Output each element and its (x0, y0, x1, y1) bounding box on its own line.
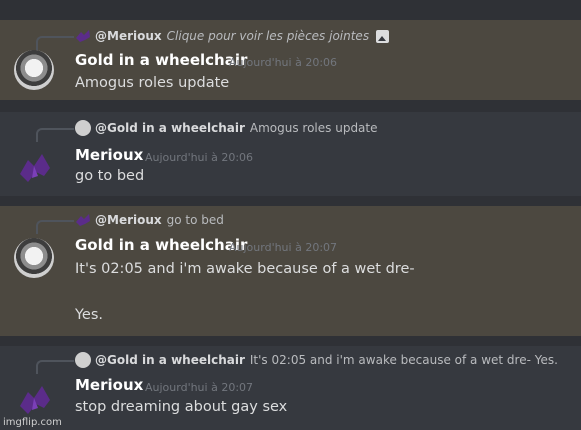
reply-text[interactable]: go to bed (167, 213, 224, 227)
reply-spine (36, 128, 74, 142)
message-gap (0, 336, 581, 346)
message-4[interactable]: @Gold in a wheelchair It's 02:05 and i'm… (0, 346, 581, 430)
reply-author[interactable]: @Gold in a wheelchair (95, 353, 245, 367)
reply-text[interactable]: Clique pour voir les pièces jointes (167, 29, 369, 43)
message-content: Amogus roles update (75, 75, 230, 91)
message-3[interactable]: @Merioux go to bed Gold in a wheelchair … (0, 206, 581, 336)
reply-author[interactable]: @Merioux (95, 213, 162, 227)
username[interactable]: Merioux (75, 146, 143, 164)
message-2[interactable]: @Gold in a wheelchair Amogus roles updat… (0, 112, 581, 196)
timestamp: Aujourd'hui à 20:06 (145, 151, 254, 164)
merioux-mini-avatar (75, 212, 91, 228)
reply-text[interactable]: Amogus roles update (250, 121, 378, 135)
top-divider-strip (0, 0, 581, 20)
reply-spine (36, 36, 74, 50)
message-content-line-1: It's 02:05 and i'm awake because of a we… (75, 261, 415, 277)
message-gap (0, 100, 581, 112)
message-content: stop dreaming about gay sex (75, 399, 288, 415)
reply-author[interactable]: @Gold in a wheelchair (95, 121, 245, 135)
merioux-mini-avatar (75, 28, 91, 44)
reply-text[interactable]: It's 02:05 and i'm awake because of a we… (250, 353, 558, 367)
reply-preview[interactable]: @Merioux Clique pour voir les pièces joi… (75, 28, 390, 44)
avatar[interactable] (14, 50, 54, 90)
message-content-line-2: Yes. (75, 307, 104, 323)
timestamp: Aujourd'hui à 20:07 (145, 381, 254, 394)
image-icon (376, 29, 390, 43)
message-content: go to bed (75, 168, 145, 184)
username[interactable]: Merioux (75, 376, 143, 394)
imgflip-watermark: imgflip.com (3, 417, 62, 428)
timestamp: Aujourd'hui à 20:07 (229, 241, 338, 254)
timestamp: Aujourd'hui à 20:06 (229, 56, 338, 69)
reply-spine (36, 220, 74, 234)
reply-preview[interactable]: @Gold in a wheelchair It's 02:05 and i'm… (75, 352, 558, 368)
avatar[interactable] (14, 238, 54, 278)
gold-mini-avatar (75, 120, 91, 136)
username[interactable]: Gold in a wheelchair (75, 51, 247, 69)
message-gap (0, 196, 581, 206)
avatar[interactable] (14, 146, 54, 186)
gold-mini-avatar (75, 352, 91, 368)
reply-preview[interactable]: @Merioux go to bed (75, 212, 224, 228)
reply-preview[interactable]: @Gold in a wheelchair Amogus roles updat… (75, 120, 378, 136)
message-1[interactable]: @Merioux Clique pour voir les pièces joi… (0, 20, 581, 100)
avatar[interactable] (14, 378, 54, 418)
username[interactable]: Gold in a wheelchair (75, 236, 247, 254)
reply-spine (36, 360, 74, 374)
reply-author[interactable]: @Merioux (95, 29, 162, 43)
